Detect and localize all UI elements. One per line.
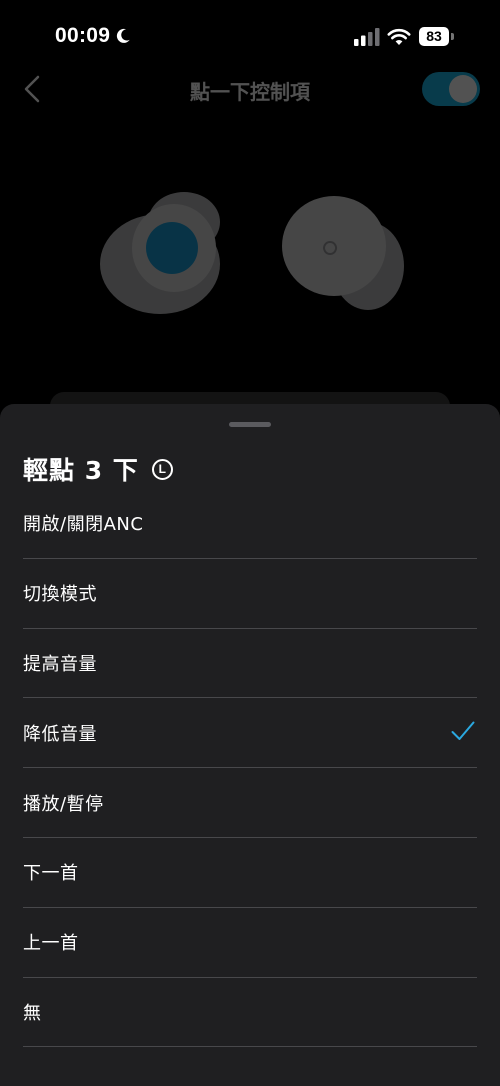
left-earbud-badge-icon: L bbox=[151, 458, 173, 480]
screen: 00:09 83 點一下控制項 輕點 3 下 L 開啟/關閉ANC 切換模式 提… bbox=[0, 0, 500, 1086]
right-earbud bbox=[282, 196, 404, 310]
option-volume-up[interactable]: 提高音量 bbox=[23, 629, 477, 699]
option-label: 上一首 bbox=[23, 933, 79, 955]
background-page: 點一下控制項 bbox=[0, 60, 500, 432]
left-earbud bbox=[100, 192, 220, 314]
sheet-grabber[interactable] bbox=[229, 422, 271, 427]
option-label: 提高音量 bbox=[23, 653, 97, 675]
moon-icon bbox=[117, 28, 130, 43]
option-switch-mode[interactable]: 切換模式 bbox=[23, 559, 477, 629]
option-anc-toggle[interactable]: 開啟/關閉ANC bbox=[23, 489, 477, 559]
option-label: 播放/暫停 bbox=[23, 793, 104, 815]
option-none[interactable]: 無 bbox=[23, 978, 477, 1048]
option-label: 降低音量 bbox=[23, 723, 97, 745]
option-label: 開啟/關閉ANC bbox=[23, 514, 144, 536]
option-volume-down[interactable]: 降低音量 bbox=[23, 698, 477, 769]
option-next-track[interactable]: 下一首 bbox=[23, 838, 477, 908]
option-label: 切換模式 bbox=[23, 584, 97, 606]
bottom-sheet: 輕點 3 下 L 開啟/關閉ANC 切換模式 提高音量 降低音量 播放/暫停 下… bbox=[0, 404, 500, 1086]
option-label: 下一首 bbox=[23, 863, 79, 885]
checkmark-icon bbox=[451, 721, 475, 741]
wifi-icon bbox=[387, 28, 411, 45]
sheet-header: 輕點 3 下 L bbox=[23, 451, 173, 487]
status-time-group: 00:09 bbox=[55, 24, 132, 48]
feature-toggle[interactable] bbox=[422, 72, 480, 106]
battery-level: 83 bbox=[419, 27, 449, 46]
battery-cap bbox=[451, 33, 454, 40]
status-time: 00:09 bbox=[55, 24, 111, 47]
option-list: 開啟/關閉ANC 切換模式 提高音量 降低音量 播放/暫停 下一首 上一首 無 bbox=[23, 489, 477, 1048]
cellular-signal-icon bbox=[354, 28, 380, 46]
option-previous-track[interactable]: 上一首 bbox=[23, 908, 477, 978]
battery-icon: 83 bbox=[419, 27, 454, 46]
sheet-title: 輕點 3 下 bbox=[23, 456, 139, 485]
toggle-knob bbox=[449, 75, 477, 103]
earbuds-image bbox=[100, 192, 404, 314]
option-label: 無 bbox=[23, 1002, 42, 1024]
option-play-pause[interactable]: 播放/暫停 bbox=[23, 768, 477, 838]
